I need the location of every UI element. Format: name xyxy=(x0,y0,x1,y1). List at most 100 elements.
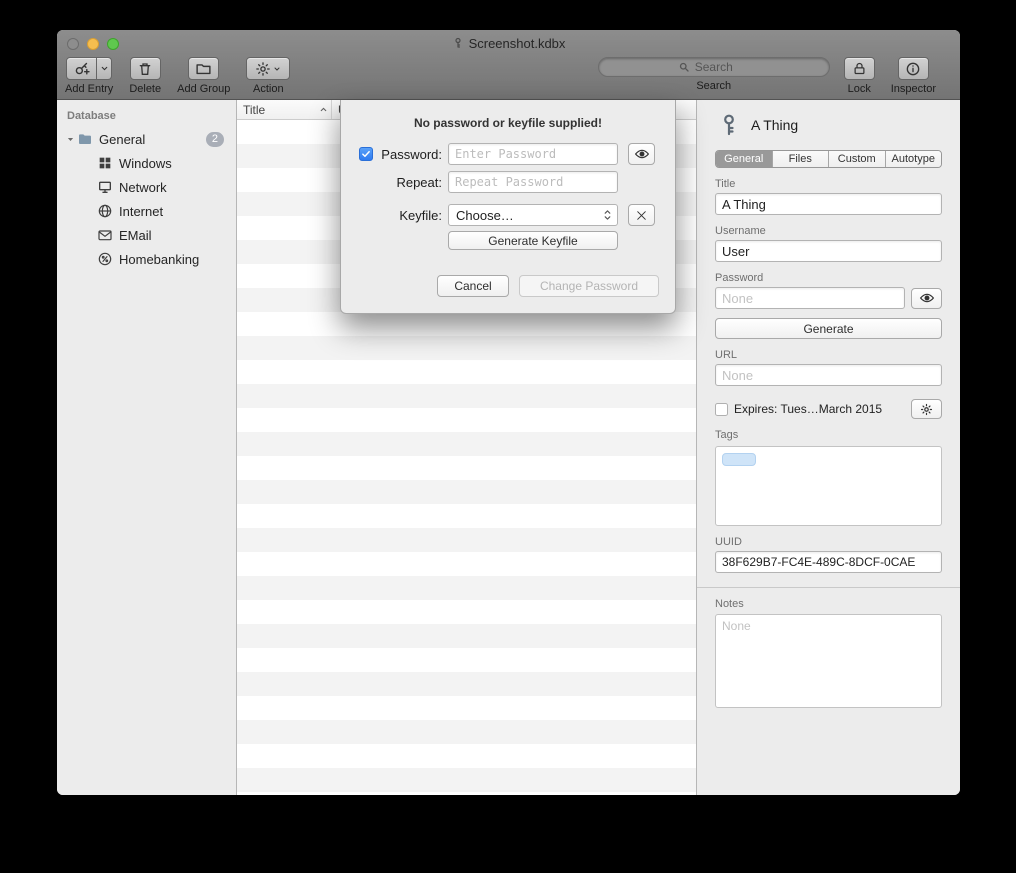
column-header-title[interactable]: Title xyxy=(237,100,332,119)
tab-files[interactable]: Files xyxy=(773,151,830,167)
delete-label: Delete xyxy=(129,83,161,95)
inspector-button[interactable] xyxy=(898,57,929,80)
notes-field[interactable] xyxy=(715,614,942,708)
tab-autotype[interactable]: Autotype xyxy=(886,151,942,167)
password-field-label: Password xyxy=(715,272,942,284)
cancel-button[interactable]: Cancel xyxy=(437,275,509,297)
title-field[interactable] xyxy=(715,193,942,215)
uuid-field[interactable] xyxy=(715,551,942,573)
sidebar-item-network[interactable]: Network xyxy=(57,175,236,199)
add-group-label: Add Group xyxy=(177,83,230,95)
window-title: Screenshot.kdbx xyxy=(57,35,960,51)
add-entry-dropdown-button[interactable] xyxy=(97,57,112,80)
add-entry-label: Add Entry xyxy=(65,83,113,95)
chevron-down-icon xyxy=(273,65,281,73)
keyfile-select[interactable]: Choose… xyxy=(448,204,618,226)
notes-field-label: Notes xyxy=(715,598,942,610)
tag-chip[interactable] xyxy=(722,453,756,466)
expires-row: Expires: Tues…March 2015 xyxy=(715,399,942,419)
lock-button[interactable] xyxy=(844,57,875,80)
sidebar-item-label: Network xyxy=(119,180,167,195)
expires-options-button[interactable] xyxy=(911,399,942,419)
inspector-divider xyxy=(697,587,960,588)
clear-keyfile-button[interactable] xyxy=(628,204,655,226)
eye-icon xyxy=(919,290,935,306)
disclosure-triangle-icon[interactable] xyxy=(63,135,77,144)
inspector-panel: A Thing General Files Custom Autotype Ti… xyxy=(696,100,960,795)
sidebar-item-general[interactable]: General 2 xyxy=(57,127,236,151)
tags-field[interactable] xyxy=(715,446,942,526)
entry-header: A Thing xyxy=(697,100,960,143)
sidebar-section-header: Database xyxy=(57,100,236,127)
tab-general[interactable]: General xyxy=(716,151,773,167)
keyfile-row: Keyfile: Choose… xyxy=(359,203,675,227)
inspector-tabs: General Files Custom Autotype xyxy=(715,150,942,168)
close-x-icon xyxy=(635,209,648,222)
url-field-label: URL xyxy=(715,349,942,361)
folder-icon xyxy=(195,60,212,77)
search-input[interactable] xyxy=(598,57,830,77)
windows-icon xyxy=(97,155,113,171)
key-plus-icon xyxy=(73,60,90,77)
expires-checkbox[interactable] xyxy=(715,403,728,416)
check-icon xyxy=(361,149,371,159)
search-label: Search xyxy=(696,80,731,92)
password-label: Password: xyxy=(375,147,448,162)
sidebar: Database General 2 Windows Network xyxy=(57,100,237,795)
repeat-password-input[interactable] xyxy=(448,171,618,193)
reveal-password-button[interactable] xyxy=(628,143,655,165)
gear-icon xyxy=(255,61,271,77)
generate-password-button[interactable]: Generate xyxy=(715,318,942,339)
password-row: Password: xyxy=(359,142,675,166)
app-window: Screenshot.kdbx Add Entry xyxy=(57,30,960,795)
change-password-sheet: No password or keyfile supplied! Passwor… xyxy=(340,100,676,314)
gear-icon xyxy=(920,403,933,416)
tags-field-label: Tags xyxy=(715,429,942,441)
sort-ascending-icon xyxy=(319,105,328,114)
globe-icon xyxy=(97,203,113,219)
sheet-actions: Cancel Change Password xyxy=(437,275,659,297)
info-icon xyxy=(905,61,921,77)
generate-keyfile-button[interactable]: Generate Keyfile xyxy=(448,231,618,250)
sidebar-item-label: Internet xyxy=(119,204,163,219)
add-entry-button[interactable] xyxy=(66,57,97,80)
sidebar-item-homebanking[interactable]: Homebanking xyxy=(57,247,236,271)
toolbar-item-add-entry: Add Entry xyxy=(65,57,113,95)
change-password-button[interactable]: Change Password xyxy=(519,275,659,297)
window-header: Screenshot.kdbx Add Entry xyxy=(57,30,960,100)
toolbar: Add Entry Delete Add Group xyxy=(57,55,960,99)
sidebar-item-internet[interactable]: Internet xyxy=(57,199,236,223)
lock-label: Lock xyxy=(848,83,871,95)
delete-button[interactable] xyxy=(130,57,161,80)
keyfile-label: Keyfile: xyxy=(375,208,448,223)
toolbar-item-lock: Lock xyxy=(844,57,875,95)
search-icon xyxy=(678,61,690,73)
sidebar-item-label: EMail xyxy=(119,228,152,243)
reveal-password-button[interactable] xyxy=(911,288,942,309)
password-checkbox[interactable] xyxy=(359,147,373,161)
tab-custom[interactable]: Custom xyxy=(829,151,886,167)
eye-icon xyxy=(634,146,650,162)
sidebar-item-windows[interactable]: Windows xyxy=(57,151,236,175)
password-field[interactable] xyxy=(715,287,905,309)
sidebar-item-label: Windows xyxy=(119,156,172,171)
stepper-icon xyxy=(602,208,613,222)
toolbar-item-delete: Delete xyxy=(129,57,161,95)
expires-label: Expires: Tues…March 2015 xyxy=(734,402,905,416)
envelope-icon xyxy=(97,227,113,243)
sidebar-item-email[interactable]: EMail xyxy=(57,223,236,247)
username-field-label: Username xyxy=(715,225,942,237)
window-title-text: Screenshot.kdbx xyxy=(469,36,566,51)
uuid-field-label: UUID xyxy=(715,536,942,548)
toolbar-item-inspector: Inspector xyxy=(891,57,936,95)
sheet-message: No password or keyfile supplied! xyxy=(341,116,675,130)
percent-coin-icon xyxy=(97,251,113,267)
entry-count-badge: 2 xyxy=(206,132,224,147)
toolbar-item-add-group: Add Group xyxy=(177,57,230,95)
add-group-button[interactable] xyxy=(188,57,219,80)
enter-password-input[interactable] xyxy=(448,143,618,165)
username-field[interactable] xyxy=(715,240,942,262)
url-field[interactable] xyxy=(715,364,942,386)
action-button[interactable] xyxy=(246,57,290,80)
network-icon xyxy=(97,179,113,195)
